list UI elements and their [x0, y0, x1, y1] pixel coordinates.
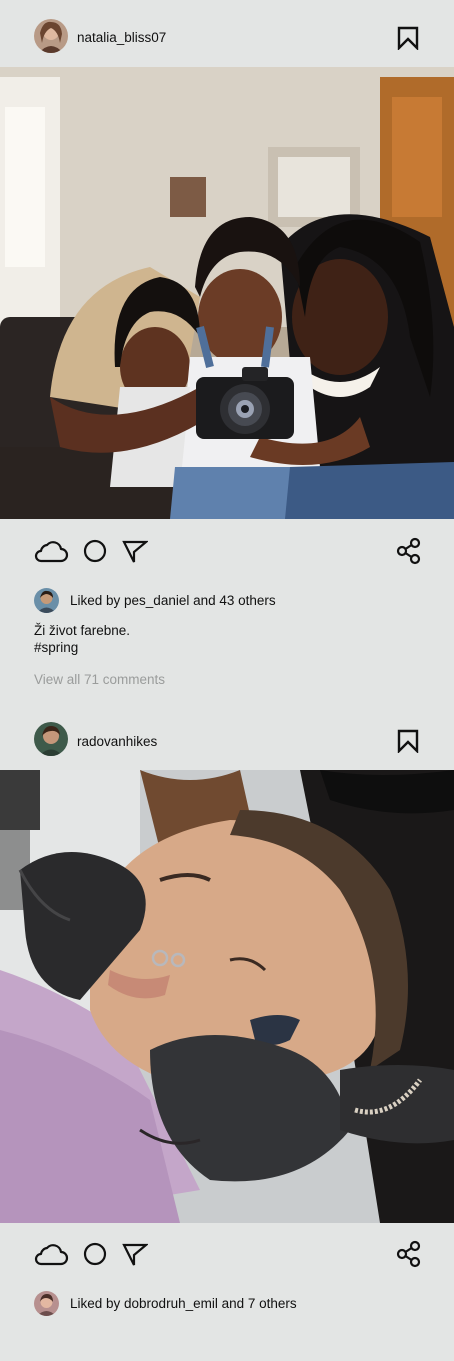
- cloud-icon[interactable]: [33, 1241, 69, 1272]
- post-photo[interactable]: [0, 67, 454, 519]
- post-photo[interactable]: [0, 770, 454, 1223]
- likes-row: Liked by pes_daniel and 43 others: [34, 588, 334, 614]
- bookmark-icon[interactable]: [397, 26, 419, 51]
- share-icon[interactable]: [396, 1240, 422, 1273]
- post-1: natalia_bliss07 Liked by pes_daniel and …: [0, 0, 454, 700]
- view-comments-link[interactable]: View all 71 comments: [34, 672, 165, 687]
- caption: Ži život farebne. #spring: [34, 622, 130, 656]
- post-2: radovanhikes Liked by dobrodruh_emil and…: [0, 704, 454, 1361]
- likes-row: Liked by dobrodruh_emil and 7 others: [34, 1291, 354, 1317]
- bookmark-icon[interactable]: [397, 729, 419, 754]
- share-icon[interactable]: [396, 537, 422, 570]
- send-icon[interactable]: [122, 539, 150, 568]
- likes-text[interactable]: Liked by pes_daniel and 43 others: [70, 593, 276, 608]
- post-actions: [0, 1234, 454, 1274]
- avatar[interactable]: [34, 722, 68, 756]
- circle-icon[interactable]: [83, 539, 107, 568]
- username[interactable]: natalia_bliss07: [77, 30, 166, 45]
- username[interactable]: radovanhikes: [77, 734, 157, 749]
- avatar[interactable]: [34, 19, 68, 53]
- send-icon[interactable]: [122, 1242, 150, 1271]
- hashtag-link[interactable]: #spring: [34, 639, 130, 656]
- caption-text: Ži život farebne.: [34, 623, 131, 638]
- liker-avatar[interactable]: [34, 1291, 59, 1316]
- liker-avatar[interactable]: [34, 588, 59, 613]
- cloud-icon[interactable]: [33, 538, 69, 569]
- circle-icon[interactable]: [83, 1242, 107, 1271]
- post-header: radovanhikes: [0, 704, 454, 773]
- likes-text[interactable]: Liked by dobrodruh_emil and 7 others: [70, 1296, 297, 1311]
- post-header: natalia_bliss07: [0, 0, 454, 69]
- post-actions: [0, 532, 454, 572]
